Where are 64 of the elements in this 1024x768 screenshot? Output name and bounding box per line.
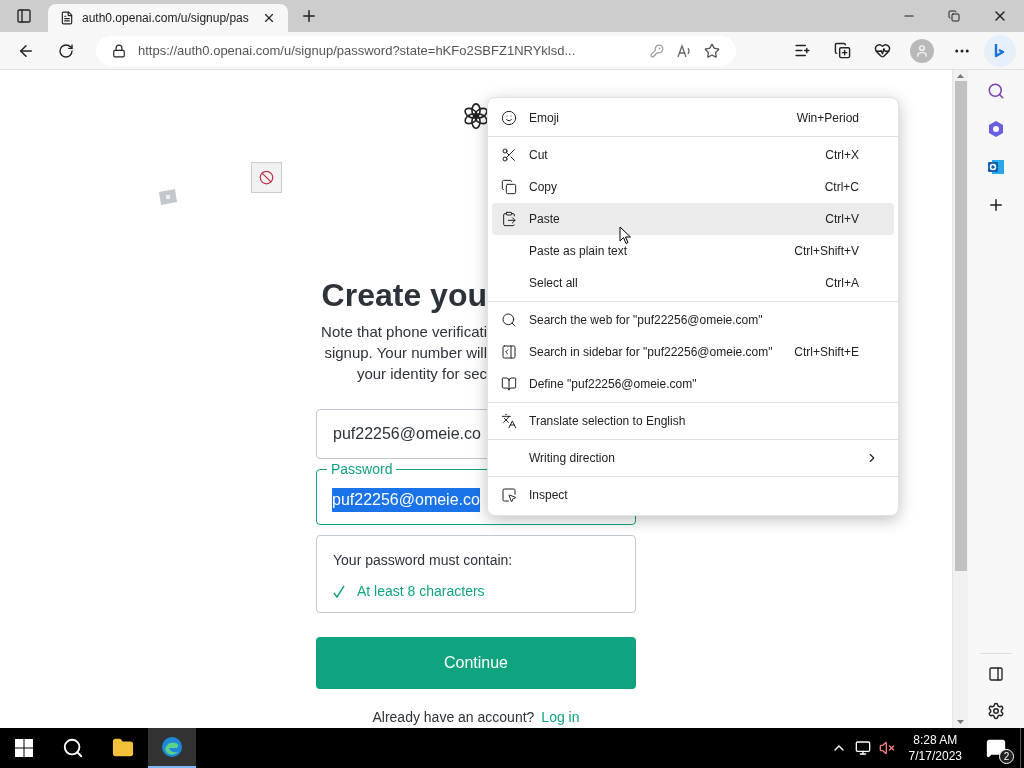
page-icon	[60, 11, 74, 25]
broken-image-icon	[157, 188, 179, 206]
translate-icon	[501, 413, 517, 429]
menu-item[interactable]: Search the web for "puf22256@omeie.com"	[492, 304, 894, 336]
browser-icon	[160, 735, 184, 759]
menu-item[interactable]: Cut Ctrl+X	[492, 139, 894, 171]
menu-item[interactable]: Select all Ctrl+A	[492, 267, 894, 299]
address-bar[interactable]: https://auth0.openai.com/u/signup/password?state=hKFo2SBFZ1NRYklsd...	[96, 35, 736, 66]
scroll-up-icon[interactable]	[957, 74, 964, 78]
menu-item[interactable]: Copy Ctrl+C	[492, 171, 894, 203]
sidebar-toggle-icon[interactable]	[988, 666, 1004, 682]
requirements-title: Your password must contain:	[333, 551, 514, 570]
page-heading: Create you	[321, 277, 487, 313]
close-icon[interactable]	[262, 11, 276, 25]
restore-icon[interactable]	[948, 10, 960, 22]
clock-date[interactable]: 7/17/2023	[908, 748, 962, 764]
volume-muted-icon[interactable]	[878, 740, 895, 756]
key-icon[interactable]	[650, 43, 664, 58]
note-text: Note that phone verificati	[321, 322, 487, 342]
settings-icon[interactable]	[987, 702, 1005, 720]
menu-item[interactable]: Paste as plain text Ctrl+Shift+V	[492, 235, 894, 267]
search-icon[interactable]	[62, 737, 84, 759]
folder-icon[interactable]	[112, 737, 134, 759]
scrollbar[interactable]	[952, 70, 968, 728]
note-text: your identity for sec	[356, 364, 487, 384]
start-icon[interactable]	[15, 739, 33, 757]
inspect-icon	[501, 487, 517, 503]
notification-badge: 2	[999, 749, 1014, 764]
search-icon	[501, 312, 517, 328]
note-text: signup. Your number will	[324, 343, 487, 363]
lock-icon	[112, 43, 126, 58]
add-icon[interactable]	[987, 196, 1005, 214]
edge-taskbar-button[interactable]	[148, 728, 196, 768]
search-icon[interactable]	[987, 82, 1005, 100]
browser-tab[interactable]: auth0.openai.com/u/signup/pas	[48, 4, 288, 32]
copy-icon	[501, 179, 517, 195]
network-icon[interactable]	[854, 740, 871, 756]
scroll-down-icon[interactable]	[957, 720, 964, 724]
clock-time[interactable]: 8:28 AM	[913, 732, 958, 748]
mouse-cursor-icon	[619, 226, 632, 245]
url-text: https://auth0.openai.com/u/signup/password?state=hKFo2SBFZ1NRYklsd...	[138, 41, 577, 60]
office-icon[interactable]	[987, 120, 1005, 138]
scissors-icon	[501, 147, 517, 163]
outlook-icon[interactable]	[987, 158, 1005, 176]
notifications-icon[interactable]	[986, 738, 1006, 758]
requirement-text: At least 8 characters	[357, 582, 485, 601]
clipboard-icon	[501, 211, 517, 227]
new-tab-icon[interactable]	[300, 7, 318, 25]
menu-item[interactable]: Search in sidebar for "puf22256@omeie.com" Ctrl+Shift+E	[492, 336, 894, 368]
login-prompt: Already have an account?	[372, 708, 535, 727]
scrollbar-thumb[interactable]	[954, 81, 967, 571]
book-icon	[501, 376, 517, 392]
email-value: puf22256@omeie.co	[333, 424, 481, 444]
copilot-icon[interactable]	[984, 34, 1016, 67]
menu-item[interactable]: Define "puf22256@omeie.com"	[492, 368, 894, 400]
emoji-icon	[501, 110, 517, 126]
favorite-icon[interactable]	[704, 42, 720, 59]
menu-item[interactable]: Paste Ctrl+V	[492, 203, 894, 235]
read-aloud-icon[interactable]	[676, 42, 692, 59]
menu-item[interactable]: Emoji Win+Period	[492, 102, 894, 134]
sidebar-search-icon	[501, 344, 517, 360]
tab-title: auth0.openai.com/u/signup/pas	[82, 10, 250, 27]
blocked-image-icon	[251, 162, 282, 193]
password-value: puf22256@omeie.co	[332, 488, 480, 512]
